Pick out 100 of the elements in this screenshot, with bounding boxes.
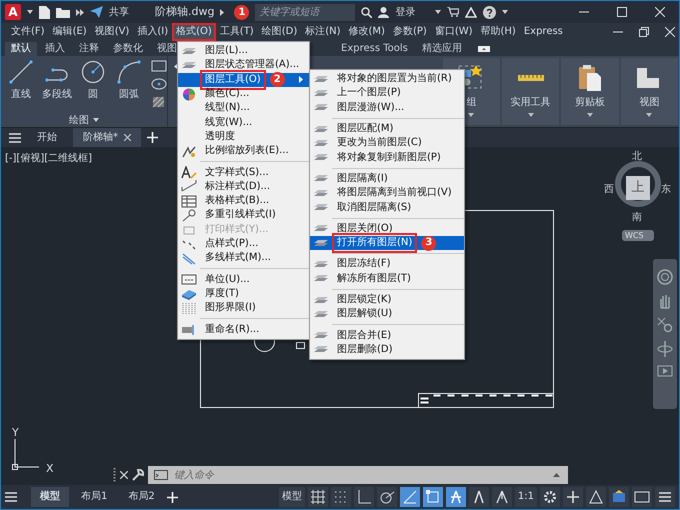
menu-item[interactable]: 格式(O) [172,23,216,41]
arc-icon[interactable] [117,60,141,84]
menu-item[interactable]: 表格样式(B)... [178,194,309,208]
steering-wheel-icon[interactable] [657,269,673,285]
layout-tab[interactable]: 模型 [31,487,69,507]
menu-item[interactable]: 将图层隔离到当前视口(V) [310,186,464,200]
menu-item[interactable]: 图形界限(I) [178,301,309,316]
circle-icon[interactable] [81,60,105,84]
menu-item[interactable]: 图层工具(O) 2 [178,72,309,87]
model-button[interactable]: 模型 [278,487,305,507]
ribbon-tab[interactable]: 默认 [5,42,37,56]
ribbon-tab[interactable]: 参数化 [107,42,149,56]
menu-item[interactable]: 点样式(P)... [178,236,309,252]
plus-icon[interactable] [565,489,581,505]
compass-label[interactable]: 东 [661,182,671,197]
close-icon[interactable] [655,7,665,17]
menu-item[interactable]: 比例缩放列表(E)... [178,144,309,158]
menu-item[interactable]: 厚度(T) [178,286,309,302]
add-icon[interactable] [166,492,178,502]
document-tab[interactable]: 开始 [27,128,67,147]
ribbon-tab[interactable]: Express Tools [335,42,414,56]
menu-item[interactable]: 文字样式(S)... [178,165,309,180]
share-link[interactable]: 共享 [109,4,129,20]
panel-label[interactable]: 绘图 [69,112,89,128]
caret-icon[interactable] [435,10,442,14]
menu-item[interactable]: 图层解锁(U) [310,307,464,322]
showmotion-icon[interactable] [657,365,673,377]
compass-ring[interactable] [613,159,663,209]
folder-icon[interactable] [56,6,70,18]
compass-label[interactable]: 西 [604,182,614,197]
search-icon[interactable] [361,6,372,18]
menu-item[interactable]: 图层关闭(O) [310,222,464,236]
menu-item[interactable]: 编辑(E) [48,23,91,41]
osnap-icon[interactable] [402,489,418,505]
restore-icon[interactable] [639,27,649,37]
hardware-icon[interactable] [611,489,627,505]
share-icon[interactable] [90,6,103,18]
menu-item[interactable]: 绘图(D) [258,23,302,41]
maximize-icon[interactable] [617,7,627,17]
menu-item[interactable]: 取消图层隔离(S) [310,200,464,215]
tool-label[interactable]: 直线 [11,87,31,102]
ribbon-button[interactable]: 剪贴板 [561,58,619,125]
menu-item[interactable]: 窗口(W) [430,23,477,41]
hatch-icon[interactable] [151,96,167,108]
menu-item[interactable]: 图层冻结(F) [310,257,464,272]
ellipse-icon[interactable] [151,78,167,90]
menu-icon[interactable] [9,132,21,142]
osnap-icon[interactable] [424,489,441,505]
menu-item[interactable]: 颜色(C)... [178,86,309,102]
menu-item[interactable]: 参数(P) [388,23,431,41]
menu-item[interactable]: 多线样式(M)... [178,251,309,266]
menu-icon[interactable] [5,492,17,502]
menu-item[interactable]: Express [520,23,567,41]
menu-item[interactable]: 将对象复制到新图层(P) [310,150,464,165]
menu-item[interactable]: 标注样式(D)... [178,180,309,194]
line-icon[interactable] [9,60,33,84]
triangle-icon[interactable] [465,6,478,18]
ribbon-button[interactable]: 实用工具 [502,58,560,125]
menu-item[interactable]: 修改(M) [344,23,389,41]
document-tab[interactable]: 阶梯轴* [73,128,141,147]
menu-item[interactable]: 插入(I) [133,23,172,41]
grid-icon[interactable] [310,489,326,505]
orbit-icon[interactable] [657,341,673,357]
isolate-icon[interactable] [588,489,604,505]
rectangle-icon[interactable] [151,60,167,72]
more-icon[interactable] [76,8,84,16]
tool-label[interactable]: 圆 [88,87,98,102]
compass-label[interactable]: 北 [632,149,642,164]
caret-icon[interactable] [93,118,99,122]
ribbon-tab[interactable]: 插入 [39,42,71,56]
menu-item[interactable]: 图层合并(E) [310,328,464,343]
tool-label[interactable]: 多段线 [42,87,72,102]
close-icon[interactable] [665,27,675,37]
app-logo[interactable]: A [5,4,21,20]
menu-item[interactable]: 视图(V) [90,23,134,41]
viewcube-face[interactable]: 上 [626,176,650,200]
menu-item[interactable]: 图层锁定(K) [310,292,464,308]
search-field[interactable]: 关键字或短语 [255,4,356,20]
menu-item[interactable]: 图层隔离(I) [310,172,464,186]
cart-icon[interactable] [447,7,460,17]
caret-icon[interactable] [502,10,508,14]
wrench-icon[interactable] [132,469,144,481]
menu-item[interactable]: 图层状态管理器(A)... [178,58,309,73]
menu-item[interactable]: 文件(F) [7,23,49,41]
compass-label[interactable]: 南 [632,210,642,225]
ortho-icon[interactable] [356,489,372,505]
scale-dropdown[interactable]: 1:1 [514,487,537,507]
menu-item[interactable]: 重命名(R)... [178,322,309,337]
close-icon[interactable] [120,471,128,479]
menu-item[interactable]: 线宽(W)... [178,115,309,130]
menu-item[interactable]: 线型(N)... [178,101,309,116]
menu-item[interactable]: 图层删除(D) [310,342,464,358]
tool-label[interactable]: 圆弧 [119,87,139,102]
layout-tab[interactable]: 布局1 [72,487,116,507]
expand-icon[interactable] [220,8,224,16]
user-icon[interactable] [378,6,390,18]
menu-item[interactable]: 透明度 [178,130,309,144]
menu-item[interactable]: 帮助(H) [476,23,520,41]
ribbon-button[interactable]: 视图 [620,58,678,125]
viewport-label[interactable]: [-][俯视][二维线框] [5,151,92,166]
